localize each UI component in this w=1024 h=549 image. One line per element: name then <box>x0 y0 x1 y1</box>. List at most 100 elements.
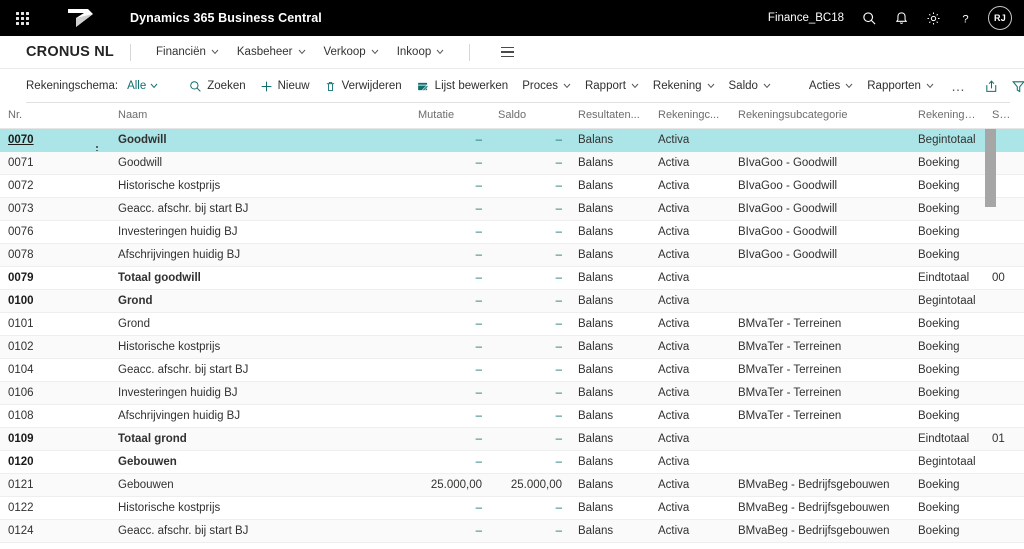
cell-mutatie: – <box>410 128 490 152</box>
new-button[interactable]: Nieuw <box>253 76 317 97</box>
filter-icon[interactable] <box>1005 73 1024 99</box>
table-row[interactable]: 0120 Gebouwen – – Balans Activa Begintotaal <box>0 450 1024 474</box>
nav-item-inkoop[interactable]: Inkoop <box>388 43 454 61</box>
table-row[interactable]: 0073 Geacc. afschr. bij start BJ – – Balans A… <box>0 197 1024 221</box>
cell-nr[interactable]: 0108 <box>0 404 110 428</box>
rapporten-button[interactable]: Rapporten <box>860 76 941 96</box>
saldo-button[interactable]: Saldo <box>722 76 778 96</box>
table-row[interactable]: 0076 Investeringen huidig BJ – – Balans Activ… <box>0 220 1024 244</box>
table-row[interactable]: 0070 Goodwill – – Balans Activa Begintotaal <box>0 128 1024 152</box>
cell-nr[interactable]: 0100 <box>0 289 110 313</box>
cell-mutatie: – <box>410 358 490 382</box>
column-header-mutatie[interactable]: Mutatie <box>410 103 490 129</box>
app-launcher-button[interactable] <box>0 0 44 36</box>
cell-rekeningcategorie: Activa <box>650 174 730 198</box>
table-row[interactable]: 0124 Geacc. afschr. bij start BJ – – Balans A… <box>0 519 1024 543</box>
table-row[interactable]: 0071 Goodwill – – Balans Activa BIvaGoo - Good… <box>0 151 1024 175</box>
cell-nr[interactable]: 0072 <box>0 174 110 198</box>
cell-nr[interactable]: 0078 <box>0 243 110 267</box>
table-row[interactable]: 0122 Historische kostprijs – – Balans Activa B… <box>0 496 1024 520</box>
cell-nr[interactable]: 0121 <box>0 473 110 497</box>
cell-naam: Historische kostprijs <box>110 496 410 520</box>
cell-mutatie: – <box>410 312 490 336</box>
share-icon[interactable] <box>978 73 1004 99</box>
cell-rekeningstype: Begintotaal <box>910 128 984 152</box>
cell-saldo: – <box>490 266 570 290</box>
column-header-naam[interactable]: Naam <box>110 103 410 129</box>
table-row[interactable]: 0106 Investeringen huidig BJ – – Balans Activ… <box>0 381 1024 405</box>
vertical-scrollbar[interactable] <box>985 129 996 549</box>
table-row[interactable]: 0102 Historische kostprijs – – Balans Activa B… <box>0 335 1024 359</box>
cell-nr[interactable]: 0102 <box>0 335 110 359</box>
cell-nr[interactable]: 0122 <box>0 496 110 520</box>
cell-nr[interactable]: 0120 <box>0 450 110 474</box>
cell-nr[interactable]: 0109 <box>0 427 110 451</box>
scrollbar-thumb[interactable] <box>985 129 996 207</box>
cell-resultaten: Balans <box>570 289 650 313</box>
overflow-menu-button[interactable]: … <box>941 79 977 93</box>
table-row[interactable]: 0108 Afschrijvingen huidig BJ – – Balans Acti… <box>0 404 1024 428</box>
empty-value-dash: – <box>475 272 482 284</box>
rekening-button[interactable]: Rekening <box>646 76 722 96</box>
proces-button[interactable]: Proces <box>515 76 578 96</box>
nav-item-kasbeheer[interactable]: Kasbeheer <box>228 43 315 61</box>
nav-item-financien[interactable]: Financiën <box>147 43 228 61</box>
column-header-nr[interactable]: Nr. <box>0 103 110 129</box>
column-header-rekeningstype[interactable]: Rekenings... <box>910 103 984 129</box>
acties-button[interactable]: Acties <box>802 76 860 96</box>
svg-text:?: ? <box>962 13 968 25</box>
rapport-button[interactable]: Rapport <box>578 76 646 96</box>
cell-rekeningcategorie: Activa <box>650 427 730 451</box>
table-row[interactable]: 0079 Totaal goodwill – – Balans Activa Eindtot… <box>0 266 1024 290</box>
top-bar-actions: Finance_BC18 ? RJ <box>768 0 1016 36</box>
search-icon[interactable] <box>854 3 884 33</box>
table-row[interactable]: 0104 Geacc. afschr. bij start BJ – – Balans A… <box>0 358 1024 382</box>
table-row[interactable]: 0072 Historische kostprijs – – Balans Activa B… <box>0 174 1024 198</box>
gear-icon[interactable] <box>918 3 948 33</box>
cell-nr[interactable]: 0079 <box>0 266 110 290</box>
cell-nr[interactable]: 0106 <box>0 381 110 405</box>
avatar[interactable]: RJ <box>988 6 1012 30</box>
cell-nr[interactable]: 0073 <box>0 197 110 221</box>
cell-nr[interactable]: 0104 <box>0 358 110 382</box>
cell-naam: Totaal grond <box>110 427 410 451</box>
table-row[interactable]: 0101 Grond – – Balans Activa BMvaTer - Terrein… <box>0 312 1024 336</box>
cell-naam: Afschrijvingen huidig BJ <box>110 404 410 428</box>
table-row[interactable]: 0121 Gebouwen 25.000,00 25.000,00 Balans Acti… <box>0 473 1024 497</box>
cell-rekeningsubcategorie: BIvaGoo - Goodwill <box>730 197 910 221</box>
bell-icon[interactable] <box>886 3 916 33</box>
table-row[interactable]: 0109 Totaal grond – – Balans Activa Eindtotaal… <box>0 427 1024 451</box>
chevron-down-icon <box>763 83 771 89</box>
table-row[interactable]: 0100 Grond – – Balans Activa Begintotaal <box>0 289 1024 313</box>
question-icon[interactable]: ? <box>950 3 980 33</box>
cell-nr[interactable]: 0070 <box>0 128 110 152</box>
cell-rekeningsubcategorie: BIvaGoo - Goodwill <box>730 151 910 175</box>
column-header-rekeningcategorie[interactable]: Rekeningc... <box>650 103 730 129</box>
search-button[interactable]: Zoeken <box>182 76 252 97</box>
empty-value-dash: – <box>555 433 562 445</box>
cell-resultaten: Balans <box>570 427 650 451</box>
table-row[interactable]: 0078 Afschrijvingen huidig BJ – – Balans Acti… <box>0 243 1024 267</box>
nav-item-verkoop[interactable]: Verkoop <box>315 43 388 61</box>
edit-list-button[interactable]: Lijst bewerken <box>409 76 516 97</box>
delete-button[interactable]: Verwijderen <box>317 76 409 97</box>
cell-nr[interactable]: 0101 <box>0 312 110 336</box>
cell-nr[interactable]: 0124 <box>0 519 110 543</box>
column-header-resultaten[interactable]: Resultaten... <box>570 103 650 129</box>
column-header-saldo[interactable]: Saldo <box>490 103 570 129</box>
empty-value-dash: – <box>475 525 482 537</box>
company-name[interactable]: CRONUS NL <box>26 44 114 60</box>
column-header-same[interactable]: Same <box>984 103 1024 129</box>
empty-value-dash: – <box>475 502 482 514</box>
cell-nr[interactable]: 0071 <box>0 151 110 175</box>
cell-rekeningsubcategorie: BMvaTer - Terreinen <box>730 358 910 382</box>
cell-nr[interactable]: 0076 <box>0 220 110 244</box>
cell-rekeningcategorie: Activa <box>650 404 730 428</box>
cell-rekeningstype: Boeking <box>910 358 984 382</box>
cell-mutatie: – <box>410 151 490 175</box>
column-header-rekeningsubcategorie[interactable]: Rekeningsubcategorie <box>730 103 910 129</box>
hamburger-icon[interactable] <box>494 41 520 63</box>
cell-saldo: – <box>490 243 570 267</box>
view-selector[interactable]: Alle <box>127 80 158 92</box>
empty-value-dash: – <box>475 226 482 238</box>
